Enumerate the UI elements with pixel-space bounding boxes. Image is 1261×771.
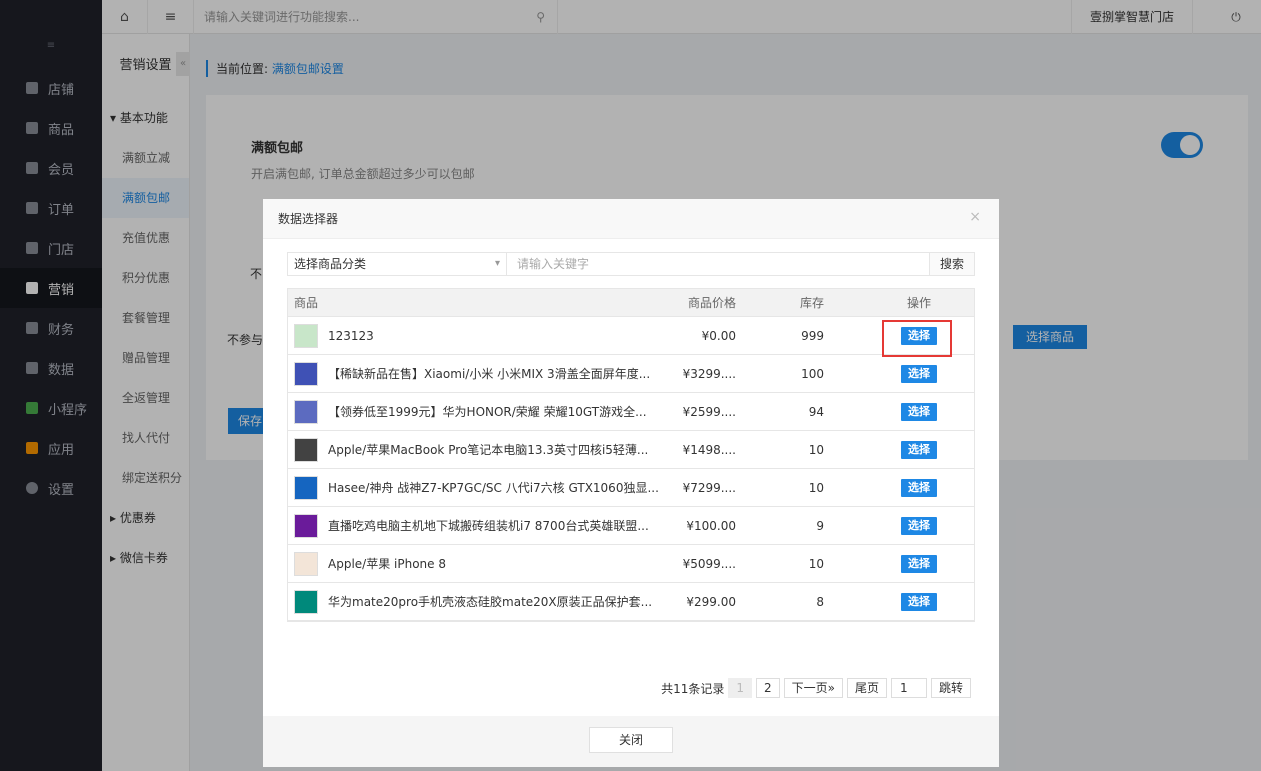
select-button[interactable]: 选择 bbox=[901, 592, 937, 611]
goods-name: Hasee/神舟 战神Z7-KP7GC/SC 八代i7六核 GTX1060独显.… bbox=[328, 481, 658, 495]
table-row: 华为mate20pro手机壳液态硅胶mate20X原装正品保护套... ¥299.… bbox=[288, 583, 974, 621]
table-header: 商品 商品价格 库存 操作 bbox=[288, 289, 974, 317]
table-row: 直播吃鸡电脑主机地下城搬砖组装机i7 8700台式英雄联盟... ¥100.00 9… bbox=[288, 507, 974, 545]
op-cell: 选择 bbox=[824, 440, 974, 459]
category-select[interactable]: 选择商品分类 bbox=[288, 253, 507, 275]
header-op: 操作 bbox=[906, 296, 931, 310]
goods-price: ¥0.00 bbox=[701, 328, 736, 343]
goods-price: ¥5099.... bbox=[682, 556, 736, 571]
goods-name: 直播吃鸡电脑主机地下城搬砖组装机i7 8700台式英雄联盟... bbox=[328, 519, 649, 533]
goods-stock: 94 bbox=[808, 404, 824, 419]
page-1: 1 bbox=[728, 678, 752, 698]
modal-title: 数据选择器 bbox=[263, 199, 999, 239]
op-cell: 选择 bbox=[824, 554, 974, 573]
goods-thumbnail bbox=[294, 361, 318, 386]
select-button[interactable]: 选择 bbox=[901, 516, 937, 535]
goods-cell: Apple/苹果MacBook Pro笔记本电脑13.3英寸四核i5轻薄... bbox=[288, 437, 658, 462]
goods-stock: 10 bbox=[808, 480, 824, 495]
op-cell: 选择 bbox=[824, 516, 974, 535]
select-button[interactable]: 选择 bbox=[901, 440, 937, 459]
header-name: 商品 bbox=[294, 296, 319, 310]
goods-thumbnail bbox=[294, 513, 318, 538]
goods-name: Apple/苹果 iPhone 8 bbox=[328, 557, 446, 571]
goods-price: ¥100.00 bbox=[686, 518, 736, 533]
goods-thumbnail bbox=[294, 475, 318, 500]
goods-price: ¥3299.... bbox=[682, 366, 736, 381]
goods-price: ¥7299.... bbox=[682, 480, 736, 495]
goods-cell: 【领券低至1999元】华为HONOR/荣耀 荣耀10GT游戏全... bbox=[288, 399, 658, 424]
highlight-box bbox=[882, 320, 952, 357]
search-button[interactable]: 搜索 bbox=[929, 253, 974, 275]
pagination: 共11条记录 1 2 下一页» 尾页 1 跳转 bbox=[661, 678, 971, 698]
goods-stock: 999 bbox=[801, 328, 824, 343]
goods-stock: 9 bbox=[816, 518, 824, 533]
goods-price: ¥2599.... bbox=[682, 404, 736, 419]
goods-cell: Hasee/神舟 战神Z7-KP7GC/SC 八代i7六核 GTX1060独显.… bbox=[288, 475, 658, 500]
table-row: 【领券低至1999元】华为HONOR/荣耀 荣耀10GT游戏全... ¥2599.… bbox=[288, 393, 974, 431]
goods-thumbnail bbox=[294, 399, 318, 424]
goods-name: 【稀缺新品在售】Xiaomi/小米 小米MIX 3滑盖全面屏年度... bbox=[328, 367, 651, 381]
goods-name: Apple/苹果MacBook Pro笔记本电脑13.3英寸四核i5轻薄... bbox=[328, 443, 649, 457]
goods-thumbnail bbox=[294, 437, 318, 462]
total-records: 共11条记录 bbox=[661, 681, 725, 696]
goods-thumbnail bbox=[294, 323, 318, 348]
goods-cell: 【稀缺新品在售】Xiaomi/小米 小米MIX 3滑盖全面屏年度... bbox=[288, 361, 658, 386]
jump-button[interactable]: 跳转 bbox=[930, 678, 971, 698]
close-icon[interactable]: × bbox=[969, 209, 981, 225]
goods-thumbnail bbox=[294, 589, 318, 614]
table-row: Hasee/神舟 战神Z7-KP7GC/SC 八代i7六核 GTX1060独显.… bbox=[288, 469, 974, 507]
goods-stock: 10 bbox=[808, 556, 824, 571]
jump-page-input[interactable]: 1 bbox=[890, 678, 927, 698]
table-row: Apple/苹果MacBook Pro笔记本电脑13.3英寸四核i5轻薄... ¥… bbox=[288, 431, 974, 469]
goods-stock: 10 bbox=[808, 442, 824, 457]
goods-cell: Apple/苹果 iPhone 8 bbox=[288, 551, 658, 576]
goods-price: ¥299.00 bbox=[686, 594, 736, 609]
filter-bar: 选择商品分类 请输入关键字 搜索 bbox=[287, 252, 975, 276]
table-row: 123123 ¥0.00 999 选择 bbox=[288, 317, 974, 355]
close-button[interactable]: 关闭 bbox=[589, 727, 673, 753]
op-cell: 选择 bbox=[824, 592, 974, 611]
next-page-button[interactable]: 下一页» bbox=[783, 678, 843, 698]
goods-stock: 100 bbox=[801, 366, 824, 381]
keyword-input[interactable]: 请输入关键字 bbox=[507, 253, 929, 275]
last-page-button[interactable]: 尾页 bbox=[846, 678, 887, 698]
goods-thumbnail bbox=[294, 551, 318, 576]
data-selector-modal: 数据选择器 × 选择商品分类 请输入关键字 搜索 商品 商品价格 库存 操作 1… bbox=[263, 199, 999, 767]
table-row: 【稀缺新品在售】Xiaomi/小米 小米MIX 3滑盖全面屏年度... ¥3299… bbox=[288, 355, 974, 393]
goods-table: 商品 商品价格 库存 操作 123123 ¥0.00 999 选择 【稀缺新品在售】Xi… bbox=[287, 288, 975, 622]
goods-name: 【领券低至1999元】华为HONOR/荣耀 荣耀10GT游戏全... bbox=[328, 405, 647, 419]
header-price: 商品价格 bbox=[687, 296, 736, 310]
modal-footer: 关闭 bbox=[263, 716, 999, 767]
goods-name: 华为mate20pro手机壳液态硅胶mate20X原装正品保护套... bbox=[328, 595, 653, 609]
op-cell: 选择 bbox=[824, 364, 974, 383]
goods-cell: 123123 bbox=[288, 323, 658, 348]
select-button[interactable]: 选择 bbox=[901, 478, 937, 497]
select-button[interactable]: 选择 bbox=[901, 554, 937, 573]
op-cell: 选择 bbox=[824, 478, 974, 497]
table-row: Apple/苹果 iPhone 8 ¥5099.... 10 选择 bbox=[288, 545, 974, 583]
goods-cell: 华为mate20pro手机壳液态硅胶mate20X原装正品保护套... bbox=[288, 589, 658, 614]
goods-stock: 8 bbox=[816, 594, 824, 609]
page-2[interactable]: 2 bbox=[755, 678, 780, 698]
op-cell: 选择 bbox=[824, 402, 974, 421]
goods-price: ¥1498.... bbox=[682, 442, 736, 457]
goods-name: 123123 bbox=[328, 328, 374, 343]
goods-cell: 直播吃鸡电脑主机地下城搬砖组装机i7 8700台式英雄联盟... bbox=[288, 513, 658, 538]
header-stock: 库存 bbox=[799, 296, 824, 310]
select-button[interactable]: 选择 bbox=[901, 402, 937, 421]
select-button[interactable]: 选择 bbox=[901, 364, 937, 383]
